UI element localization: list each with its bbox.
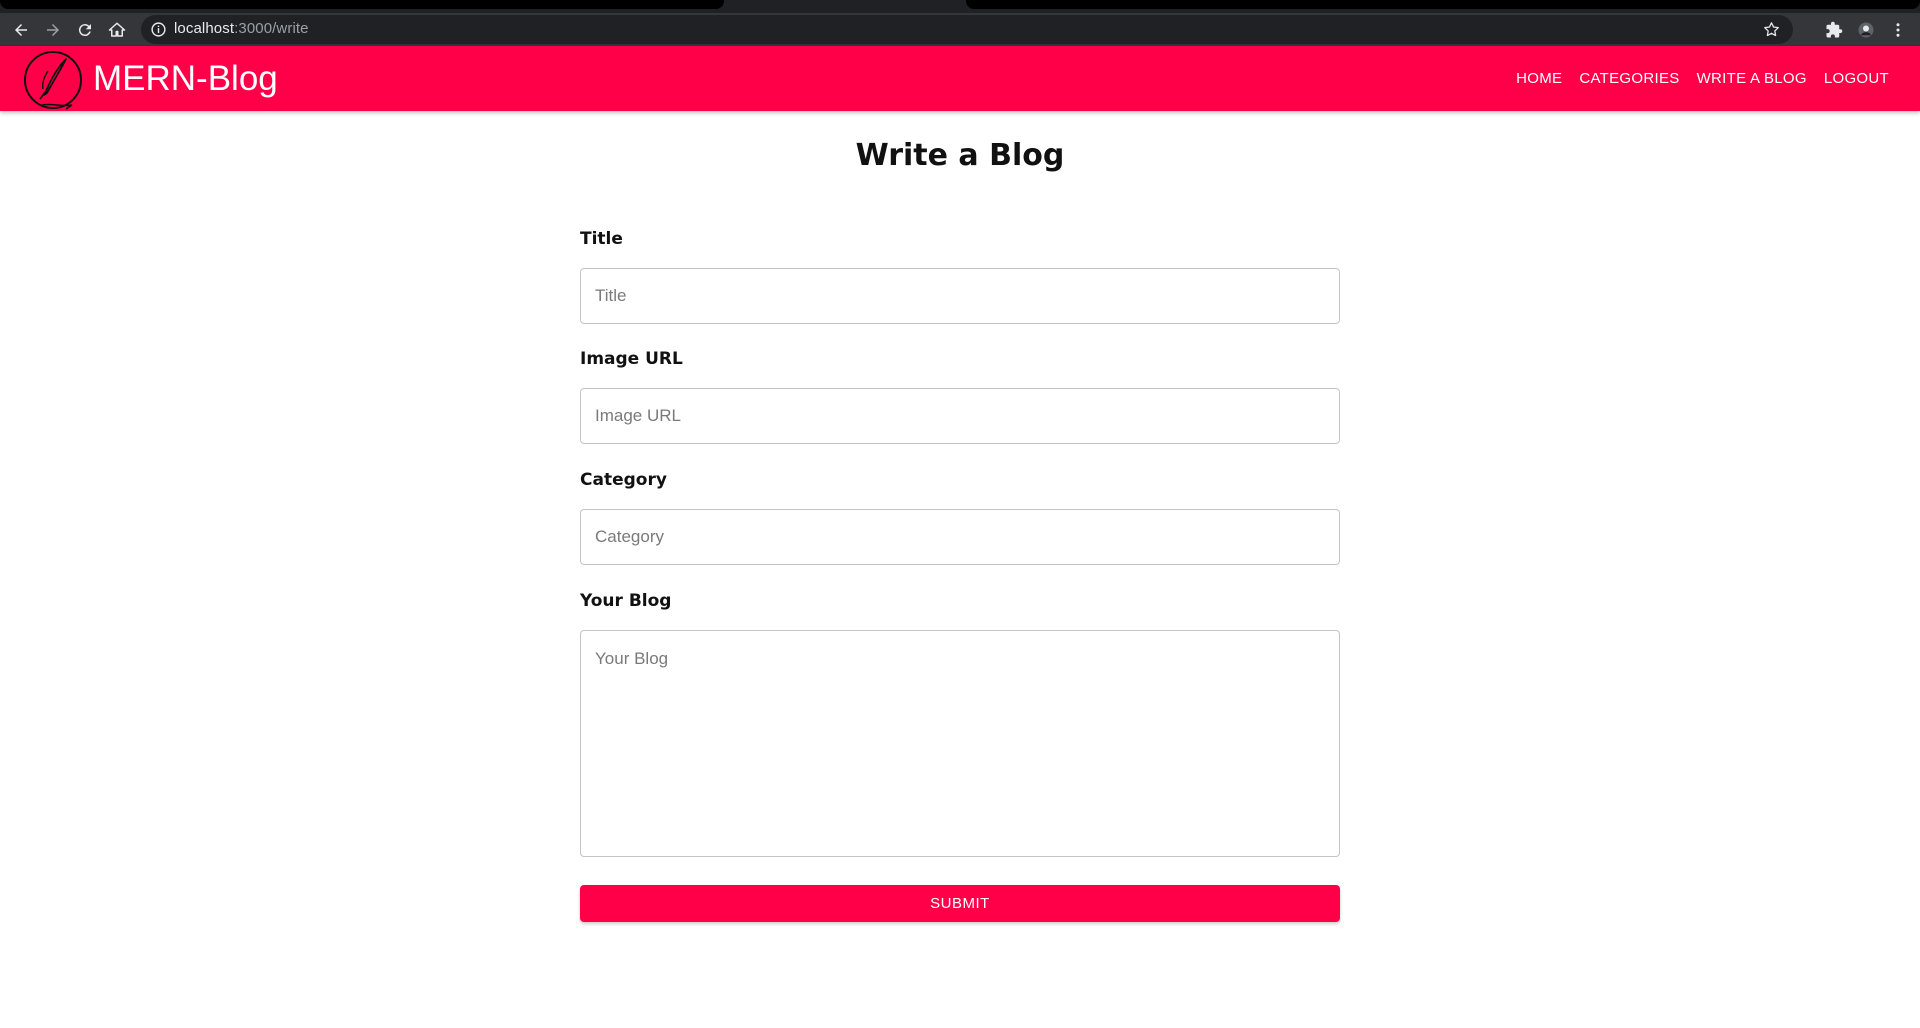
- browser-toolbar: localhost:3000/write: [0, 13, 1920, 46]
- quill-logo-icon[interactable]: [22, 49, 84, 111]
- page-title: Write a Blog: [855, 138, 1065, 173]
- back-icon[interactable]: [8, 17, 34, 43]
- title-input[interactable]: [580, 268, 1340, 324]
- image-url-input[interactable]: [580, 388, 1340, 444]
- browser-tab[interactable]: [966, 0, 1920, 9]
- nav-link-categories[interactable]: CATEGORIES: [1579, 70, 1679, 87]
- browser-tabstrip: [0, 0, 1920, 13]
- address-bar[interactable]: localhost:3000/write: [141, 15, 1793, 44]
- menu-icon[interactable]: [1885, 17, 1911, 43]
- main-nav: HOME CATEGORIES WRITE A BLOG LOGOUT: [1499, 70, 1889, 87]
- profile-icon[interactable]: [1853, 17, 1879, 43]
- extensions-icon[interactable]: [1821, 17, 1847, 43]
- info-icon[interactable]: [150, 21, 167, 38]
- nav-link-write-blog[interactable]: WRITE A BLOG: [1697, 70, 1807, 87]
- home-icon[interactable]: [104, 17, 130, 43]
- submit-button[interactable]: SUBMIT: [580, 885, 1340, 922]
- blog-textarea[interactable]: [580, 630, 1340, 857]
- url-host: localhost: [174, 20, 235, 37]
- app-navbar: MERN-Blog HOME CATEGORIES WRITE A BLOG L…: [0, 46, 1920, 111]
- brand-title[interactable]: MERN-Blog: [93, 59, 278, 99]
- forward-icon[interactable]: [40, 17, 66, 43]
- title-label: Title: [580, 229, 623, 249]
- reload-icon[interactable]: [72, 17, 98, 43]
- blog-label: Your Blog: [580, 591, 672, 611]
- star-icon[interactable]: [1762, 20, 1781, 39]
- nav-link-home[interactable]: HOME: [1516, 70, 1562, 87]
- address-url[interactable]: localhost:3000/write: [174, 20, 309, 37]
- category-label: Category: [580, 470, 667, 490]
- browser-tab[interactable]: [0, 0, 724, 9]
- category-input[interactable]: [580, 509, 1340, 565]
- url-path: :3000/write: [234, 20, 309, 37]
- image-url-label: Image URL: [580, 349, 683, 369]
- nav-link-logout[interactable]: LOGOUT: [1824, 70, 1889, 87]
